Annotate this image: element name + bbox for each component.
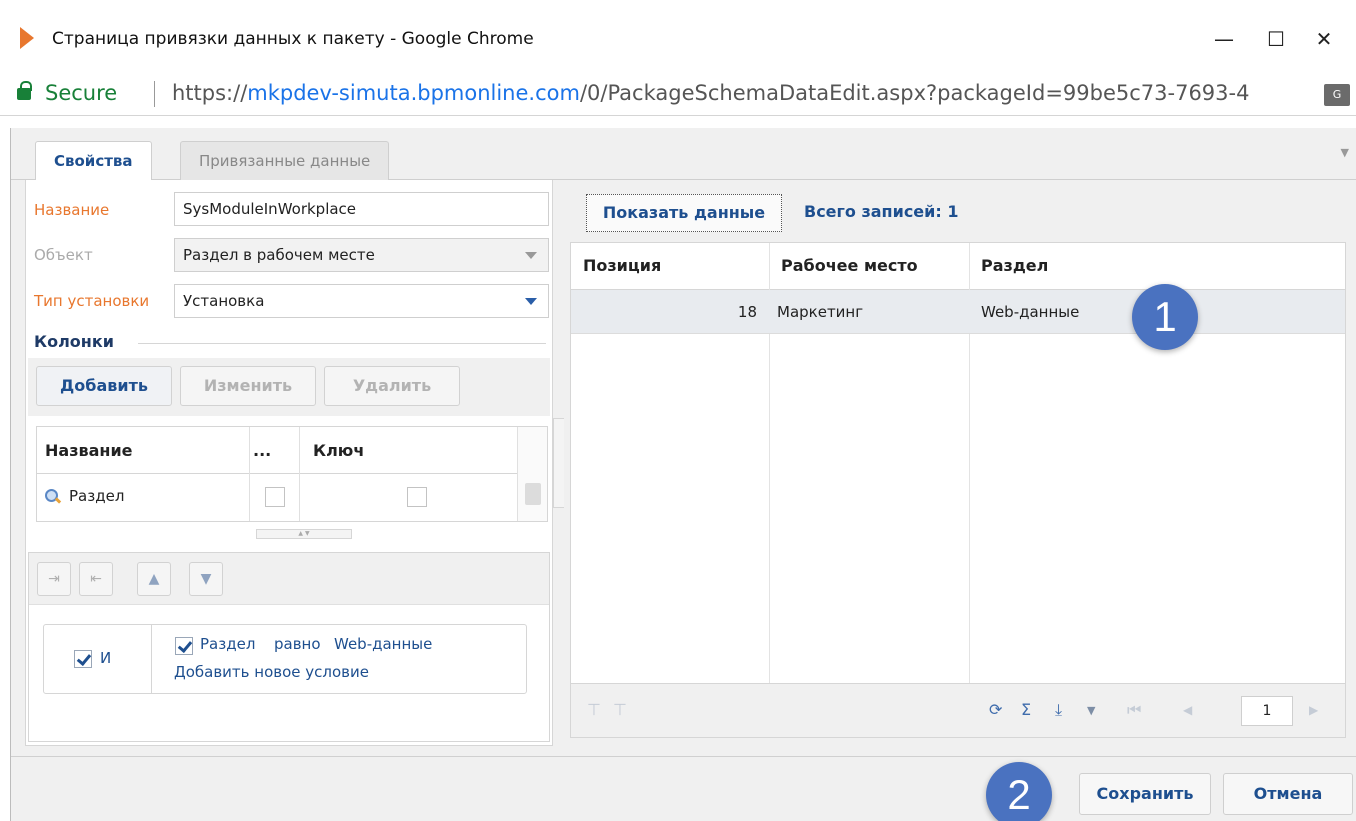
group-operator-cell: И [44,625,152,693]
url-path: /0/PackageSchemaDataEdit.aspx?packageId=… [579,81,1250,105]
columns-grid: Название ... Ключ Раздел [36,426,548,522]
name-label: Название [34,201,110,219]
object-value: Раздел в рабочем месте [183,246,375,264]
chevron-down-icon [514,239,548,271]
delete-column-button[interactable]: Удалить [324,366,460,406]
column-row-name: Раздел [69,487,125,505]
window-titlebar: Страница привязки данных к пакету - Goog… [0,0,1356,78]
scrollbar[interactable] [517,427,547,521]
minimize-icon: — [1214,27,1234,51]
refresh-icon[interactable]: ⟳ [989,700,1002,719]
cancel-button[interactable]: Отмена [1223,773,1353,815]
export-icon[interactable]: ⤓ [1055,700,1062,720]
grid-footer: ⊤ ⊤ ⟳ Σ ⤓ ▼ ⏮ ◀ 1 ▶ [571,683,1345,737]
sum-icon[interactable]: Σ [1021,700,1031,719]
column-header-name[interactable]: Название [37,427,133,474]
url-text[interactable]: https://mkpdev-simuta.bpmonline.com/0/Pa… [172,81,1322,105]
show-data-button[interactable]: Показать данные [586,194,782,232]
secure-label[interactable]: Secure [45,81,117,105]
play-triangle-icon [20,27,34,49]
lock-icon[interactable] [17,81,32,100]
filter-panel: ⇥ ⇤ ▲ ▼ И Раздел равно Web-данные Добави… [28,552,550,742]
condition-operator[interactable]: равно [274,635,321,653]
splitter-handle[interactable]: ▲ ▼ [256,529,352,539]
object-label: Объект [34,246,93,264]
column-header-key[interactable]: Ключ [305,427,364,474]
url-host: mkpdev-simuta.bpmonline.com [247,81,580,105]
condition-column[interactable]: Раздел [200,635,255,653]
install-type-value: Установка [183,292,265,310]
ungroup-icon[interactable]: ⇤ [79,562,113,596]
name-field[interactable]: SysModuleInWorkplace [174,192,549,226]
chevron-down-icon[interactable] [514,285,548,317]
filter-toolbar: ⇥ ⇤ ▲ ▼ [29,553,549,605]
address-separator [154,81,155,107]
object-select: Раздел в рабочем месте [174,238,549,272]
app-window: Свойства Привязанные данные ▼ Название S… [10,128,1356,821]
page-number-input[interactable]: 1 [1241,696,1293,726]
maximize-button[interactable]: ☐ [1256,22,1296,56]
callout-badge-1: 1 [1132,284,1198,350]
condition-group: И Раздел равно Web-данные Добавить новое… [43,624,527,694]
save-button[interactable]: Сохранить [1079,773,1211,815]
tab-strip: Свойства Привязанные данные ▼ [11,128,1356,181]
move-down-icon[interactable]: ▼ [189,562,223,596]
install-type-select[interactable]: Установка [174,284,549,318]
scroll-thumb[interactable] [525,483,541,505]
condition-value[interactable]: Web-данные [334,635,432,653]
search-icon [45,489,61,505]
move-up-icon[interactable]: ▲ [137,562,171,596]
add-column-button[interactable]: Добавить [36,366,172,406]
group-checkbox[interactable] [74,650,92,668]
callout-badge-2: 2 [986,762,1052,821]
tab-properties[interactable]: Свойства [35,141,152,181]
menu-icon[interactable]: ▼ [1087,704,1095,717]
columns-toolbar: Добавить Изменить Удалить [28,358,550,416]
table-row[interactable]: 18 Маркетинг Web-данные [571,290,1345,334]
cell-workplace: Маркетинг [777,303,864,321]
close-button[interactable]: ✕ [1304,22,1344,56]
edit-column-button[interactable]: Изменить [180,366,316,406]
group-in-icon[interactable]: ⇥ [37,562,71,596]
translate-icon[interactable]: G [1324,84,1350,106]
cell-section: Web-данные [981,303,1080,321]
properties-panel: Название SysModuleInWorkplace Объект Раз… [25,180,553,746]
collapse-icon[interactable]: ▼ [1341,146,1349,159]
clear-filter-icon[interactable]: ⊤ [613,700,627,719]
install-type-label: Тип установки [34,292,150,310]
flag-checkbox[interactable] [265,487,285,507]
next-page-icon[interactable]: ▶ [1309,703,1318,717]
condition-checkbox[interactable] [175,637,193,655]
data-header-position[interactable]: Позиция [571,243,661,289]
columns-group-title: Колонки [34,332,114,351]
first-page-icon[interactable]: ⏮ [1127,700,1141,720]
minimize-button[interactable]: — [1204,22,1244,56]
columns-grid-header: Название ... Ключ [37,427,517,474]
close-icon: ✕ [1315,27,1333,51]
data-grid: Позиция Рабочее место Раздел 18 Маркетин… [570,242,1346,738]
prev-page-icon[interactable]: ◀ [1183,703,1192,717]
key-checkbox[interactable] [407,487,427,507]
dialog-footer: Сохранить Отмена [11,756,1356,821]
maximize-icon: ☐ [1267,27,1285,51]
table-row[interactable]: Раздел [37,475,517,521]
tab-bound-data[interactable]: Привязанные данные [180,141,390,180]
group-divider [138,343,546,344]
data-header-section[interactable]: Раздел [969,243,1048,289]
add-condition-link[interactable]: Добавить новое условие [174,663,369,681]
data-panel: Показать данные Всего записей: 1 Позиция… [564,180,1356,746]
data-header-workplace[interactable]: Рабочее место [769,243,918,289]
window-title: Страница привязки данных к пакету - Goog… [52,29,534,49]
url-scheme: https:// [172,81,248,105]
total-records: Всего записей: 1 [804,202,959,221]
filter-icon[interactable]: ⊤ [587,700,601,719]
cell-position: 18 [737,303,757,321]
group-operator-label[interactable]: И [100,649,111,667]
